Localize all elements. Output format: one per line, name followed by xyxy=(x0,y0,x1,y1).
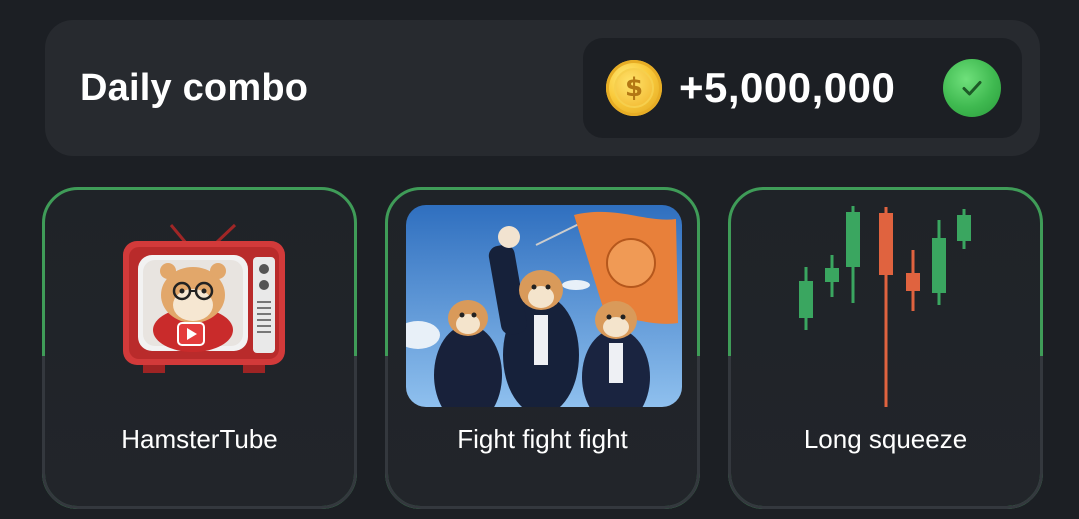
hamsters-flag-photo xyxy=(406,205,682,407)
candlestick-chart-image xyxy=(749,205,1025,409)
combo-card-fight[interactable]: Fight fight fight xyxy=(385,187,700,509)
reward-badge: $ +5,000,000 xyxy=(583,38,1022,138)
check-icon xyxy=(943,59,1001,117)
combo-card-long-squeeze[interactable]: Long squeeze xyxy=(728,187,1043,509)
daily-combo-screen: Daily combo $ +5,000,000 HamsterTube Fig… xyxy=(0,0,1079,519)
hamster-tv-image xyxy=(63,205,339,407)
combo-card-hamstertube[interactable]: HamsterTube xyxy=(42,187,357,509)
card-label: Fight fight fight xyxy=(457,424,628,454)
coin-icon: $ xyxy=(606,60,662,116)
coin-symbol: $ xyxy=(614,68,654,108)
reward-amount: +5,000,000 xyxy=(679,64,896,111)
daily-combo-header: Daily combo $ +5,000,000 xyxy=(45,20,1040,156)
card-label: HamsterTube xyxy=(121,424,278,454)
page-title: Daily combo xyxy=(80,67,309,109)
card-label: Long squeeze xyxy=(803,424,968,454)
